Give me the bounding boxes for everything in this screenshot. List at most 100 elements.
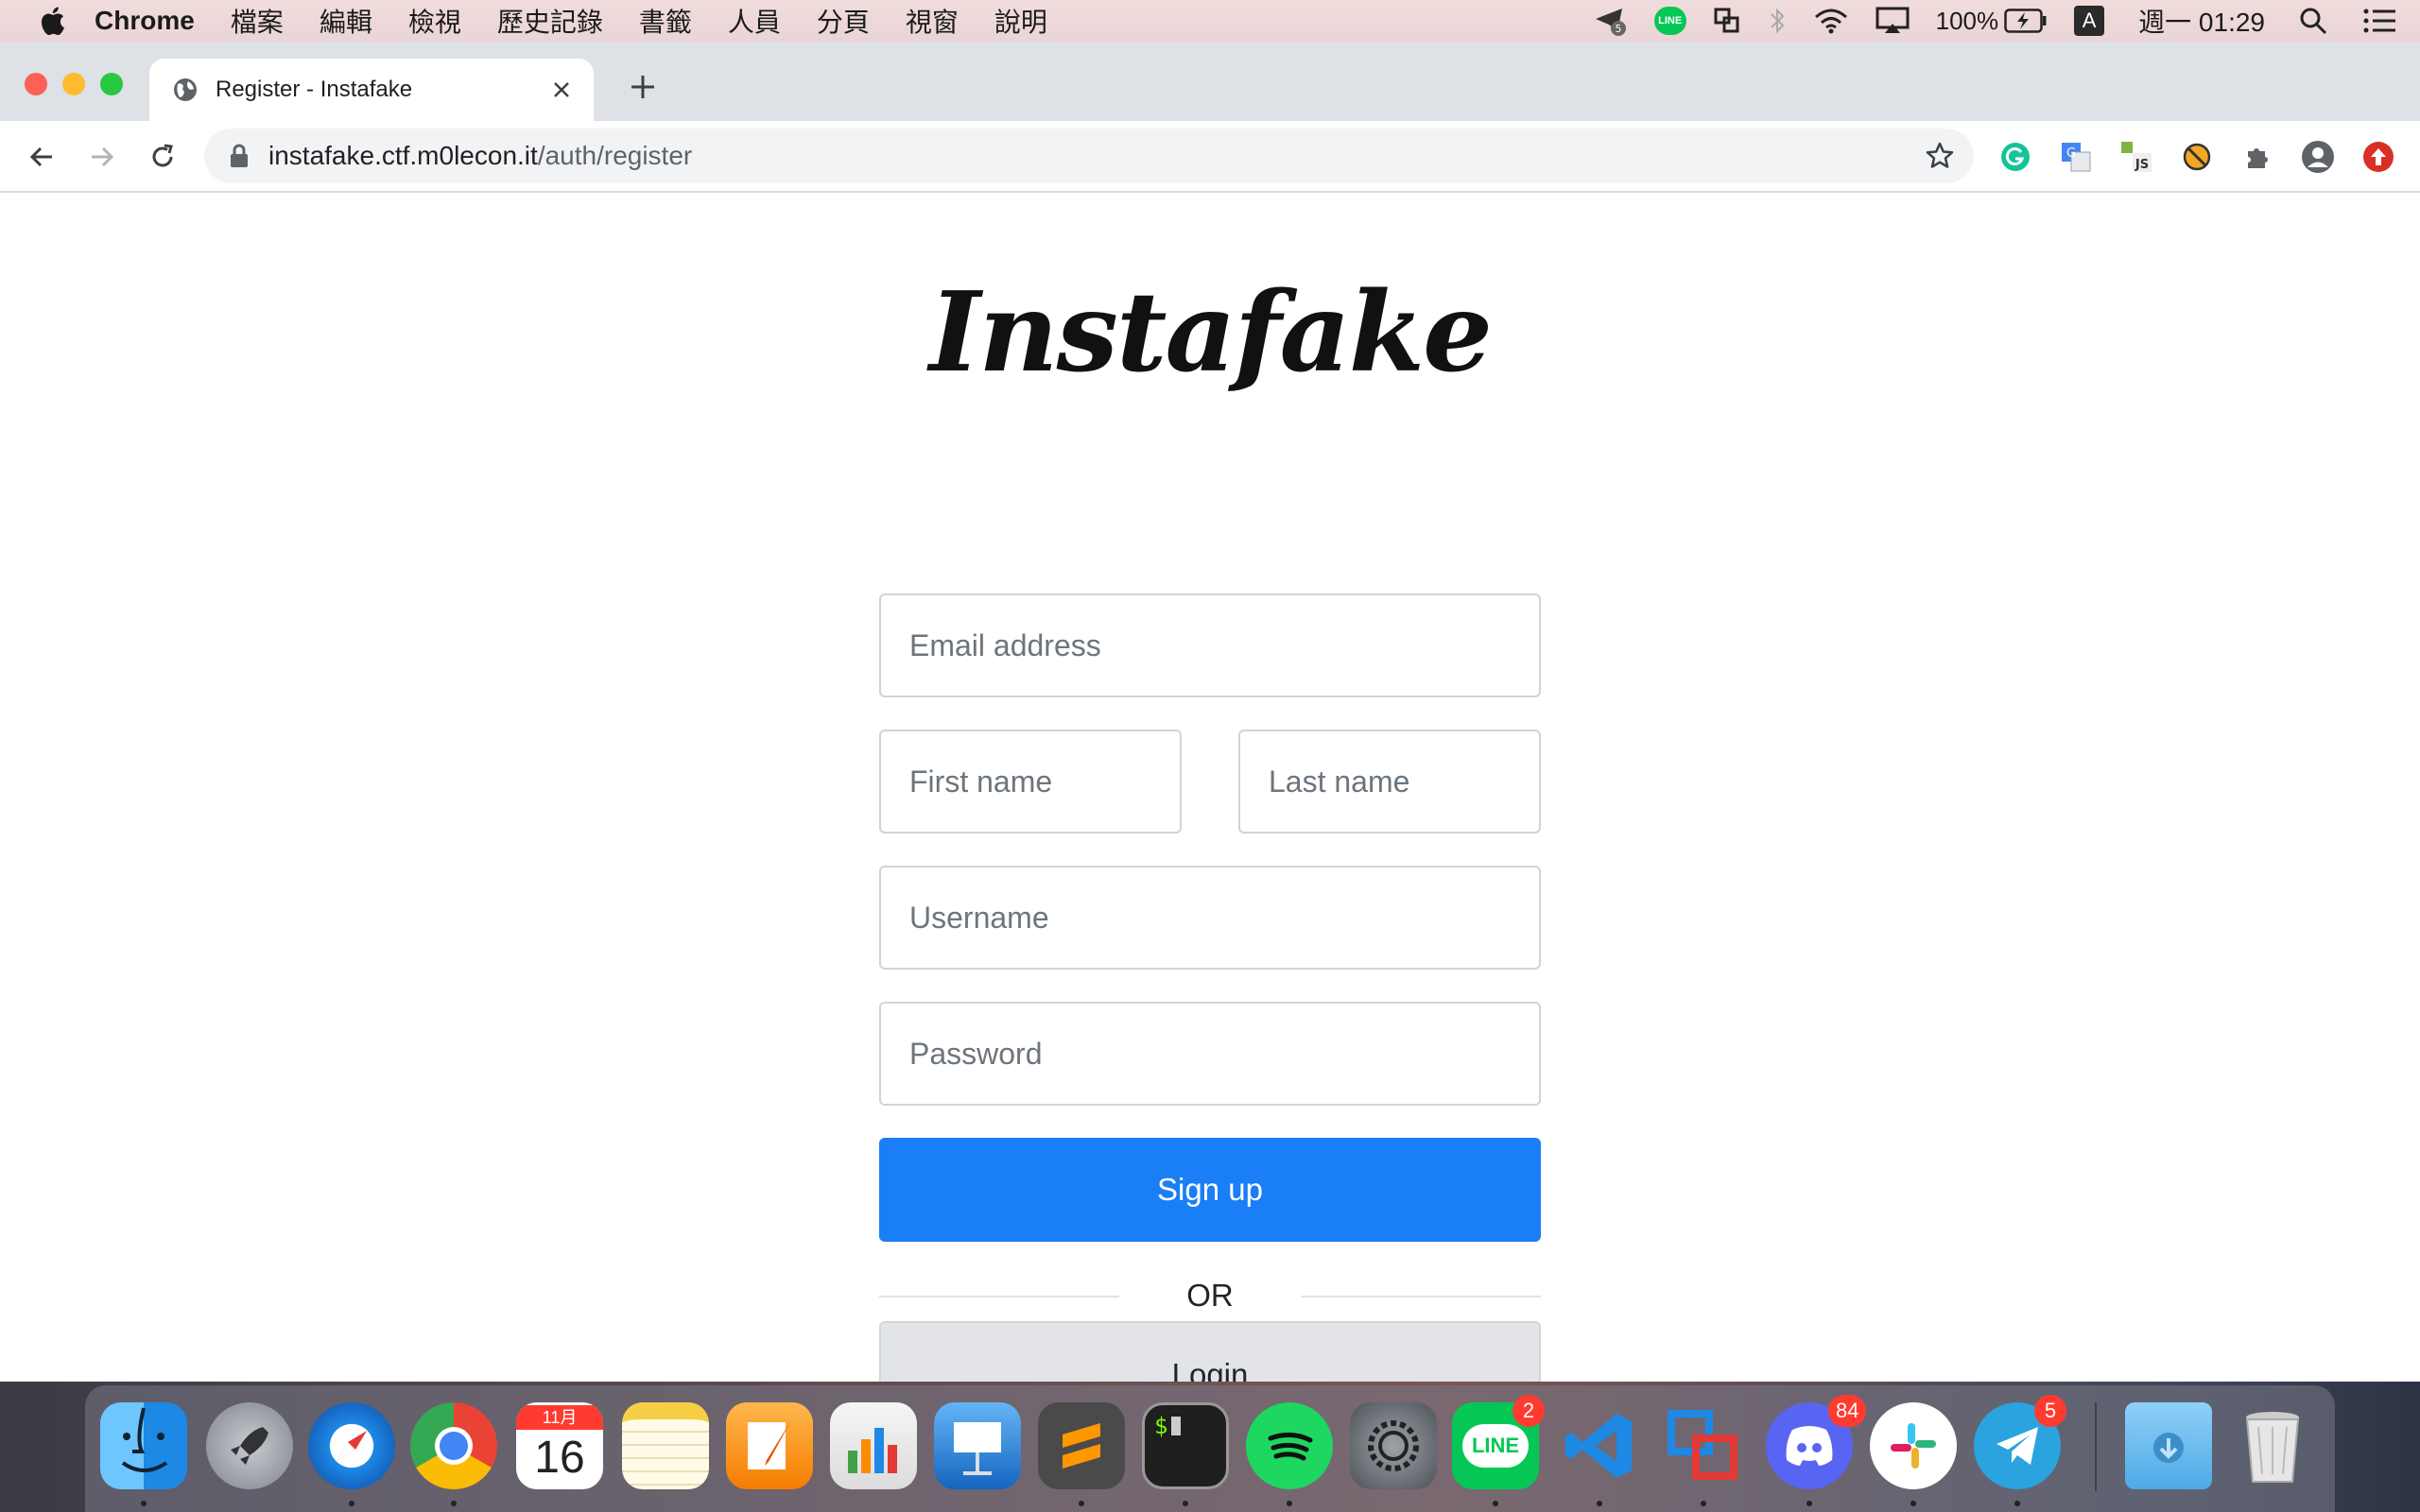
bookmark-star-icon[interactable]: [1925, 141, 1955, 171]
first-name-input[interactable]: [879, 730, 1182, 833]
menubar-status-area: 5 LINE 100% A 週一 01:29: [1581, 0, 2420, 42]
menu-edit[interactable]: 編輯: [320, 2, 372, 40]
menu-window[interactable]: 視窗: [906, 2, 959, 40]
menu-help[interactable]: 說明: [994, 2, 1047, 40]
screen-share-icon[interactable]: [1713, 7, 1741, 35]
or-separator: OR: [1186, 1278, 1234, 1313]
menu-tab[interactable]: 分頁: [817, 2, 870, 40]
dock-running-dot: [141, 1501, 147, 1506]
new-tab-button[interactable]: [624, 68, 662, 106]
vmware-icon[interactable]: [1660, 1402, 1747, 1489]
username-input[interactable]: [879, 866, 1541, 970]
sublime-text-icon[interactable]: [1038, 1402, 1125, 1489]
safari-compass-icon[interactable]: [308, 1402, 395, 1489]
js-extension-icon[interactable]: JS: [2119, 140, 2153, 174]
slack-icon[interactable]: [1870, 1402, 1957, 1489]
dock-running-dot: [2014, 1501, 2020, 1506]
address-bar[interactable]: instafake.ctf.m0lecon.it/auth/register: [204, 129, 1974, 183]
input-method-label: A: [2074, 6, 2105, 36]
svg-text:G: G: [2066, 146, 2076, 161]
apple-icon[interactable]: [38, 6, 66, 36]
dock-separator: [2095, 1402, 2097, 1491]
menu-bookmarks[interactable]: 書籤: [639, 2, 692, 40]
email-input[interactable]: [879, 593, 1541, 697]
gear-icon[interactable]: [1350, 1402, 1437, 1489]
menu-app-name[interactable]: Chrome: [95, 6, 195, 36]
menu-people[interactable]: 人員: [728, 2, 781, 40]
last-name-input[interactable]: [1238, 730, 1541, 833]
spotify-icon[interactable]: [1246, 1402, 1333, 1489]
reload-button[interactable]: [144, 138, 182, 176]
window-minimize-button[interactable]: [62, 73, 85, 95]
or-divider-left: [879, 1296, 1119, 1297]
keynote-icon[interactable]: [934, 1402, 1021, 1489]
finder-icon[interactable]: [100, 1402, 187, 1489]
macos-menu-bar: Chrome 檔案 編輯 檢視 歷史記錄 書籤 人員 分頁 視窗 說明 5 LI…: [0, 0, 2420, 42]
downloads-folder-icon[interactable]: [2125, 1402, 2212, 1489]
or-divider-right: [1301, 1296, 1541, 1297]
notification-count: 5: [1615, 23, 1621, 35]
menu-history[interactable]: 歷史記錄: [497, 2, 603, 40]
grammarly-extension-icon[interactable]: [1998, 140, 2032, 174]
line-status-icon[interactable]: LINE: [1653, 7, 1686, 35]
profile-avatar-icon[interactable]: [2301, 140, 2335, 174]
svg-text:$: $: [1154, 1413, 1167, 1439]
window-zoom-button[interactable]: [100, 73, 123, 95]
window-close-button[interactable]: [25, 73, 47, 95]
vscode-icon[interactable]: [1556, 1402, 1643, 1489]
lock-icon[interactable]: [229, 144, 250, 168]
arrow-left-icon: [29, 146, 52, 167]
url-host: instafake.ctf.m0lecon.it: [268, 141, 538, 170]
login-button[interactable]: Login: [879, 1321, 1541, 1382]
calendar-month: 11月: [516, 1405, 603, 1430]
dock-running-dot: [1806, 1501, 1812, 1506]
chrome-icon[interactable]: [410, 1402, 497, 1489]
sign-up-button[interactable]: Sign up: [879, 1138, 1541, 1242]
dock-running-dot: [1910, 1501, 1916, 1506]
tab-register[interactable]: Register - Instafake: [149, 59, 594, 121]
google-translate-extension-icon[interactable]: G: [2059, 140, 2093, 174]
notification-center-icon[interactable]: [2363, 8, 2397, 34]
puzzle-extensions-icon[interactable]: [2240, 140, 2274, 174]
spotlight-search-icon[interactable]: [2299, 7, 2327, 35]
dock-running-dot: [1597, 1501, 1602, 1506]
input-method-icon[interactable]: A: [2074, 6, 2105, 36]
line-app-label: LINE: [1461, 1424, 1530, 1468]
forward-button[interactable]: [83, 138, 121, 176]
dock-running-dot: [1493, 1501, 1498, 1506]
battery-percent: 100%: [1935, 6, 1999, 35]
terminal-icon[interactable]: $: [1142, 1402, 1229, 1489]
battery-icon[interactable]: [2004, 9, 2048, 33]
menu-view[interactable]: 檢視: [408, 2, 461, 40]
line-status-label: LINE: [1653, 7, 1686, 35]
telegram-status-icon[interactable]: 5: [1594, 6, 1628, 36]
clock[interactable]: 週一 01:29: [2138, 2, 2265, 40]
tab-title: Register - Instafake: [216, 77, 413, 102]
numbers-chart-icon[interactable]: [830, 1402, 917, 1489]
discord-badge: 84: [1828, 1395, 1867, 1427]
url-path: /auth/register: [537, 141, 693, 170]
url-text[interactable]: instafake.ctf.m0lecon.it/auth/register: [268, 141, 1925, 171]
svg-text:JS: JS: [2135, 158, 2149, 172]
blocked-extension-icon[interactable]: [2180, 140, 2214, 174]
bluetooth-icon[interactable]: [1768, 7, 1787, 35]
login-label: Login: [1171, 1357, 1249, 1382]
dock-running-dot: [451, 1501, 457, 1506]
menu-file[interactable]: 檔案: [231, 2, 284, 40]
launchpad-rocket-icon[interactable]: [206, 1402, 293, 1489]
airplay-icon[interactable]: [1876, 7, 1910, 35]
line-badge: 2: [1512, 1395, 1545, 1427]
dock-running-dot: [1701, 1501, 1706, 1506]
back-button[interactable]: [23, 138, 60, 176]
wifi-icon[interactable]: [1813, 7, 1849, 35]
tab-close-icon[interactable]: [548, 77, 575, 103]
notes-icon[interactable]: [622, 1402, 709, 1489]
pages-icon[interactable]: [726, 1402, 813, 1489]
dock-running-dot: [1183, 1501, 1188, 1506]
instafake-logo: Instafake: [929, 268, 1493, 397]
trash-icon[interactable]: [2229, 1402, 2316, 1489]
password-input[interactable]: [879, 1002, 1541, 1106]
tab-strip: Register - Instafake: [0, 42, 2420, 121]
calendar-icon[interactable]: 11月 16: [516, 1402, 603, 1489]
update-arrow-icon[interactable]: [2361, 140, 2395, 174]
